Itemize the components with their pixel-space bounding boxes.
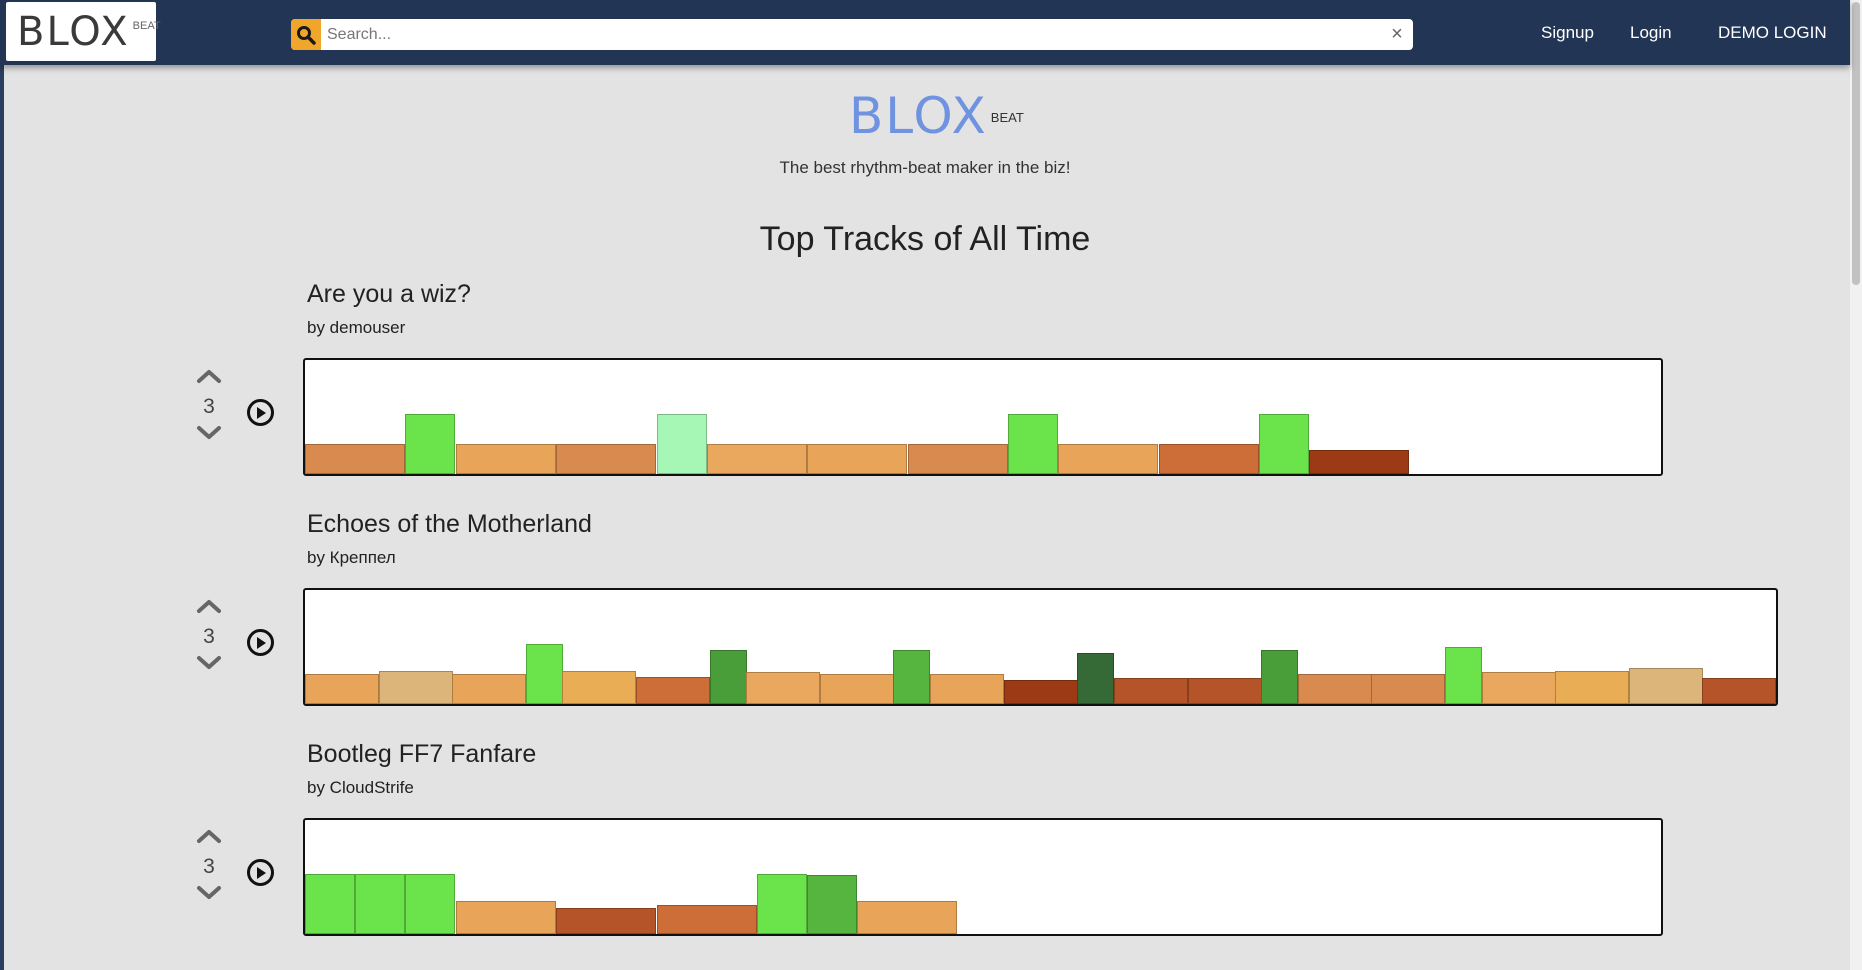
- beat-block[interactable]: [1188, 678, 1262, 704]
- beat-block[interactable]: [707, 444, 807, 474]
- beat-block[interactable]: [657, 414, 707, 474]
- beat-block[interactable]: [1058, 444, 1158, 474]
- beat-block[interactable]: [1159, 444, 1259, 474]
- beat-block[interactable]: [757, 874, 807, 934]
- vote-control: 3: [193, 595, 225, 679]
- track-author[interactable]: by Креппел: [307, 548, 396, 568]
- beat-block[interactable]: [930, 674, 1004, 704]
- beat-block[interactable]: [893, 650, 930, 704]
- section-title: Top Tracks of All Time: [759, 220, 1091, 258]
- beat-block[interactable]: [1298, 674, 1372, 704]
- beat-block[interactable]: [636, 677, 710, 704]
- downvote-chevron-icon[interactable]: [193, 652, 225, 674]
- beat-block[interactable]: [1445, 647, 1482, 704]
- beat-block[interactable]: [405, 874, 455, 934]
- beat-block[interactable]: [526, 644, 563, 704]
- beat-block[interactable]: [1114, 678, 1188, 704]
- beat-block[interactable]: [456, 901, 556, 934]
- beat-block[interactable]: [355, 874, 405, 934]
- play-button[interactable]: [247, 629, 274, 656]
- clear-search-icon[interactable]: ×: [1387, 21, 1407, 48]
- search-button[interactable]: [291, 19, 321, 50]
- track-title[interactable]: Bootleg FF7 Fanfare: [307, 740, 536, 769]
- beat-block[interactable]: [1629, 668, 1703, 704]
- play-button[interactable]: [247, 859, 274, 886]
- vote-count: 3: [203, 855, 215, 878]
- beat-grid[interactable]: [303, 358, 1663, 476]
- beat-block[interactable]: [379, 671, 453, 704]
- search-icon: [297, 25, 316, 45]
- scrollbar-thumb[interactable]: [1852, 2, 1860, 285]
- page-scrollbar[interactable]: [1850, 0, 1862, 970]
- beat-block[interactable]: [908, 444, 1008, 474]
- hero-logo-text: BLOX: [849, 87, 988, 145]
- tagline: The best rhythm-beat maker in the biz!: [779, 158, 1071, 177]
- beat-block[interactable]: [305, 444, 405, 474]
- beat-block[interactable]: [305, 674, 379, 704]
- beat-block[interactable]: [710, 650, 747, 704]
- vote-count: 3: [203, 395, 215, 418]
- beat-grid[interactable]: [303, 588, 1778, 706]
- search-input[interactable]: [327, 19, 1367, 50]
- play-icon: [256, 866, 266, 879]
- upvote-chevron-icon[interactable]: [193, 825, 225, 847]
- beat-block[interactable]: [1004, 680, 1078, 704]
- window-left-edge: [0, 0, 4, 970]
- play-button[interactable]: [247, 399, 274, 426]
- beat-block[interactable]: [857, 901, 957, 934]
- beat-block[interactable]: [405, 414, 455, 474]
- beat-block[interactable]: [305, 874, 355, 934]
- demo-login-link[interactable]: DEMO LOGIN: [1718, 22, 1827, 44]
- beat-block[interactable]: [1259, 414, 1309, 474]
- beat-block[interactable]: [1261, 650, 1298, 704]
- downvote-chevron-icon[interactable]: [193, 422, 225, 444]
- beat-block[interactable]: [1077, 653, 1114, 704]
- beat-block[interactable]: [820, 674, 894, 704]
- track-author[interactable]: by demouser: [307, 318, 405, 338]
- downvote-chevron-icon[interactable]: [193, 882, 225, 904]
- beat-block[interactable]: [1371, 674, 1445, 704]
- track-title[interactable]: Echoes of the Motherland: [307, 510, 592, 539]
- track-title[interactable]: Are you a wiz?: [307, 280, 471, 309]
- upvote-chevron-icon[interactable]: [193, 365, 225, 387]
- beat-block[interactable]: [452, 674, 526, 704]
- beat-grid[interactable]: [303, 818, 1663, 936]
- track-author[interactable]: by CloudStrife: [307, 778, 414, 798]
- vote-control: 3: [193, 365, 225, 449]
- beat-block[interactable]: [657, 905, 757, 934]
- beat-block[interactable]: [556, 444, 656, 474]
- signup-link[interactable]: Signup: [1541, 22, 1594, 44]
- beat-block[interactable]: [456, 444, 556, 474]
- beat-block[interactable]: [1702, 678, 1776, 704]
- login-link[interactable]: Login: [1630, 22, 1672, 44]
- vote-control: 3: [193, 825, 225, 909]
- beat-block[interactable]: [1482, 672, 1556, 704]
- navbar: BLOX BEAT × Signup Login DEMO LOGIN: [0, 0, 1850, 65]
- play-icon: [256, 636, 266, 649]
- logo-text: BLOX: [17, 8, 130, 55]
- navbar-logo[interactable]: BLOX BEAT: [6, 2, 161, 61]
- beat-block[interactable]: [556, 908, 656, 934]
- beat-block[interactable]: [1555, 671, 1629, 704]
- hero-logo-superscript: BEAT: [990, 110, 1024, 125]
- hero-logo: BLOX BEAT: [849, 88, 1024, 144]
- logo-superscript: BEAT: [132, 19, 161, 32]
- beat-block[interactable]: [807, 444, 907, 474]
- beat-block[interactable]: [1309, 450, 1409, 474]
- upvote-chevron-icon[interactable]: [193, 595, 225, 617]
- beat-block[interactable]: [562, 671, 636, 704]
- search-bar: ×: [291, 19, 1413, 50]
- beat-block[interactable]: [807, 875, 857, 934]
- beat-block[interactable]: [1008, 414, 1058, 474]
- beat-block[interactable]: [746, 672, 820, 704]
- play-icon: [256, 406, 266, 419]
- vote-count: 3: [203, 625, 215, 648]
